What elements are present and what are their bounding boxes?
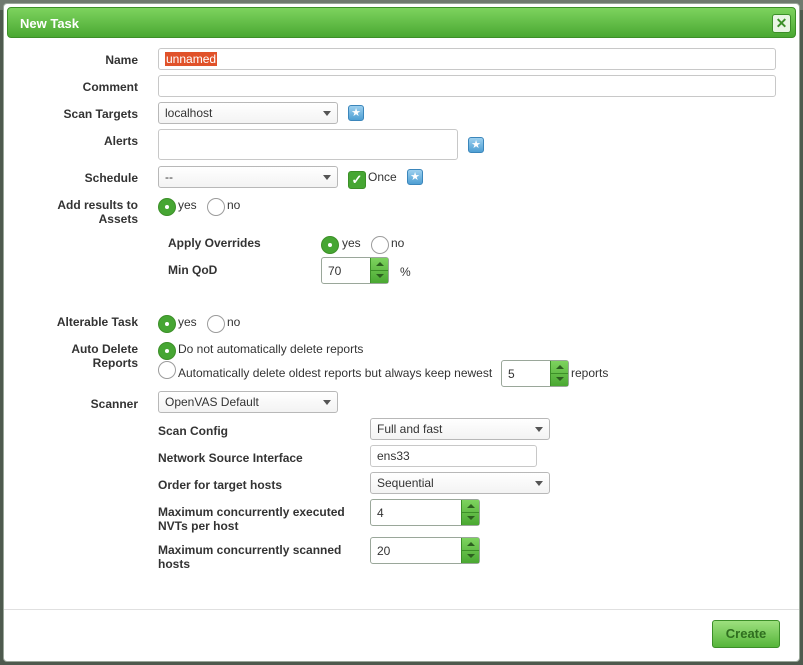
scan-config-select[interactable]: Full and fast: [370, 418, 550, 440]
once-checkbox[interactable]: ✓: [348, 171, 366, 189]
alterable-yes-radio[interactable]: [158, 315, 176, 333]
alterable-label: Alterable Task: [56, 315, 138, 329]
order-hosts-value: Sequential: [377, 476, 434, 490]
auto-delete-label-line1: Auto Delete: [71, 342, 138, 356]
schedule-label: Schedule: [84, 171, 138, 185]
max-nvts-label-line2: NVTs per host: [158, 519, 239, 533]
add-results-label-line2: Assets: [98, 212, 138, 226]
chevron-up-icon[interactable]: [467, 504, 475, 508]
scan-config-value: Full and fast: [377, 422, 443, 436]
max-hosts-spinner[interactable]: 20: [370, 537, 480, 564]
max-nvts-label: Maximum concurrently executed NVTs per h…: [158, 505, 345, 533]
schedule-select[interactable]: --: [158, 166, 338, 188]
new-schedule-star-icon[interactable]: ★: [407, 169, 423, 185]
auto-delete-keep-spinner[interactable]: 5: [501, 360, 569, 387]
max-hosts-value: 20: [377, 544, 391, 558]
scan-targets-select[interactable]: localhost: [158, 102, 338, 124]
apply-overrides-no-label: no: [391, 236, 405, 250]
apply-overrides-yes-radio[interactable]: [321, 236, 339, 254]
chevron-up-icon[interactable]: [556, 365, 564, 369]
new-target-star-icon[interactable]: ★: [348, 105, 364, 121]
order-hosts-select[interactable]: Sequential: [370, 472, 550, 494]
spinner-divider: [462, 550, 479, 551]
scan-targets-label: Scan Targets: [63, 107, 138, 121]
spinner-divider: [462, 512, 479, 513]
add-results-yes-radio[interactable]: [158, 198, 176, 216]
name-input[interactable]: unnamed: [158, 48, 776, 70]
network-source-input[interactable]: ens33: [370, 445, 537, 467]
add-results-no-radio[interactable]: [207, 198, 225, 216]
chevron-down-icon: [323, 400, 331, 405]
alterable-no-radio[interactable]: [207, 315, 225, 333]
alterable-yes-label: yes: [178, 315, 197, 329]
dialog-title: New Task: [20, 16, 80, 31]
spinner-buttons[interactable]: [370, 258, 388, 283]
add-results-no-label: no: [227, 198, 241, 212]
schedule-value: --: [165, 170, 173, 184]
alerts-label: Alerts: [103, 134, 138, 148]
max-nvts-value: 4: [377, 506, 384, 520]
max-hosts-label-line2: hosts: [158, 557, 191, 571]
apply-overrides-label: Apply Overrides: [168, 236, 261, 250]
chevron-down-icon[interactable]: [556, 377, 564, 381]
max-hosts-label: Maximum concurrently scanned hosts: [158, 543, 341, 571]
scanner-label: Scanner: [90, 397, 138, 411]
spinner-divider: [551, 373, 568, 374]
close-icon[interactable]: ✕: [772, 14, 791, 33]
min-qod-unit: %: [400, 265, 411, 279]
auto-delete-label: Auto Delete Reports: [24, 342, 138, 370]
auto-delete-no-radio[interactable]: [158, 342, 176, 360]
add-results-label: Add results to Assets: [24, 198, 138, 226]
alterable-no-label: no: [227, 315, 241, 329]
name-input-value: unnamed: [165, 52, 218, 66]
new-task-dialog: New Task ✕ Name unnamed Comment Scan Tar…: [3, 3, 800, 662]
chevron-up-icon[interactable]: [467, 542, 475, 546]
scanner-value: OpenVAS Default: [165, 395, 259, 409]
auto-delete-option1-label: Do not automatically delete reports: [178, 342, 364, 356]
name-label: Name: [105, 53, 138, 67]
max-nvts-spinner[interactable]: 4: [370, 499, 480, 526]
dialog-titlebar: New Task ✕: [7, 7, 796, 38]
spinner-buttons[interactable]: [461, 538, 479, 563]
max-nvts-label-line1: Maximum concurrently executed: [158, 505, 345, 519]
max-hosts-label-line1: Maximum concurrently scanned: [158, 543, 342, 557]
min-qod-label: Min QoD: [168, 263, 218, 277]
chevron-down-icon: [535, 427, 543, 432]
add-results-yes-label: yes: [178, 198, 197, 212]
auto-delete-keep-value: 5: [508, 367, 515, 381]
chevron-down-icon: [323, 111, 331, 116]
chevron-down-icon[interactable]: [467, 516, 475, 520]
footer-divider: [4, 609, 799, 610]
spinner-buttons[interactable]: [550, 361, 568, 386]
scanner-select[interactable]: OpenVAS Default: [158, 391, 338, 413]
comment-input[interactable]: [158, 75, 776, 97]
chevron-up-icon[interactable]: [376, 262, 384, 266]
create-button[interactable]: Create: [712, 620, 780, 648]
chevron-down-icon[interactable]: [467, 554, 475, 558]
chevron-down-icon: [535, 481, 543, 486]
auto-delete-label-line2: Reports: [92, 356, 138, 370]
auto-delete-keep-unit: reports: [571, 366, 609, 380]
scan-targets-value: localhost: [165, 106, 213, 120]
once-label: Once: [368, 170, 397, 184]
apply-overrides-yes-label: yes: [342, 236, 361, 250]
spinner-divider: [371, 270, 388, 271]
alerts-multiselect[interactable]: [158, 129, 458, 160]
apply-overrides-no-radio[interactable]: [371, 236, 389, 254]
scan-config-label: Scan Config: [158, 424, 229, 438]
order-hosts-label: Order for target hosts: [158, 478, 283, 492]
min-qod-value: 70: [328, 264, 342, 278]
network-source-label: Network Source Interface: [158, 451, 303, 465]
new-alert-star-icon[interactable]: ★: [468, 137, 484, 153]
comment-label: Comment: [82, 80, 138, 94]
auto-delete-option2-label: Automatically delete oldest reports but …: [178, 366, 493, 380]
chevron-down-icon[interactable]: [376, 274, 384, 278]
min-qod-spinner[interactable]: 70: [321, 257, 389, 284]
add-results-label-line1: Add results to: [57, 198, 138, 212]
spinner-buttons[interactable]: [461, 500, 479, 525]
auto-delete-keep-radio[interactable]: [158, 361, 176, 379]
chevron-down-icon: [323, 175, 331, 180]
